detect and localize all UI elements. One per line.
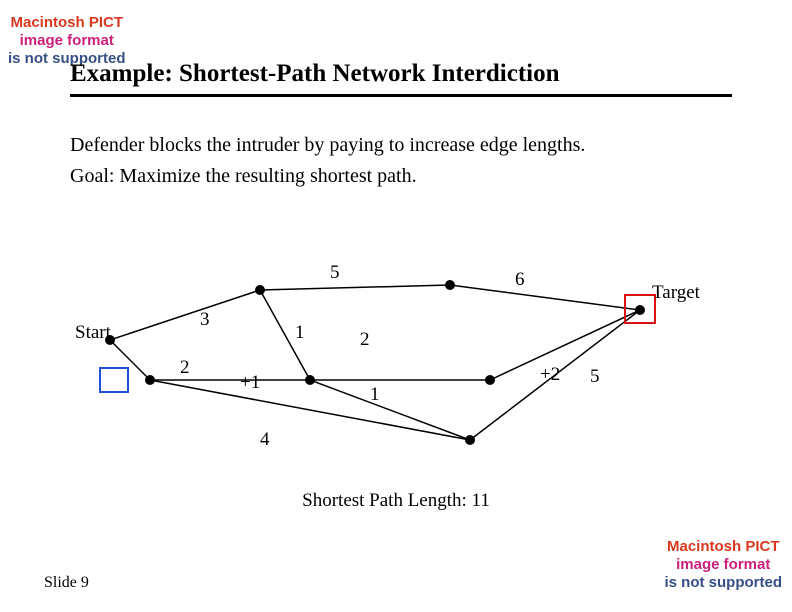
- pict-line1: Macintosh PICT: [8, 14, 126, 32]
- title-rule: [70, 94, 732, 97]
- node-a: [255, 285, 265, 295]
- pict-line2: image format: [665, 556, 783, 574]
- pict-line2: image format: [8, 32, 126, 50]
- body-p1: Defender blocks the intruder by paying t…: [70, 130, 732, 161]
- start-label: Start: [75, 322, 112, 343]
- weight-1b: 1: [370, 384, 380, 405]
- result-text: Shortest Path Length: 11: [0, 490, 792, 512]
- body-p2: Goal: Maximize the resulting shortest pa…: [70, 161, 732, 192]
- title-block: Example: Shortest-Path Network Interdict…: [70, 60, 732, 97]
- weight-5: 5: [330, 262, 340, 283]
- network-diagram: Start Target 5 6 3 1 2 2 +1 1 +2 5 4: [70, 230, 720, 490]
- weight-6: 6: [515, 269, 525, 290]
- weight-plus2: +2: [540, 364, 560, 385]
- node-f: [465, 435, 475, 445]
- slide-number: Slide 9: [44, 574, 89, 592]
- weight-2b: 2: [180, 357, 190, 378]
- pict-line3: is not supported: [665, 574, 783, 592]
- page-title: Example: Shortest-Path Network Interdict…: [70, 60, 732, 88]
- node-b: [145, 375, 155, 385]
- interdiction-box-blue: [100, 368, 128, 392]
- weight-3: 3: [200, 309, 210, 330]
- body-text: Defender blocks the intruder by paying t…: [70, 130, 732, 192]
- weight-4: 4: [260, 429, 270, 450]
- node-d: [305, 375, 315, 385]
- node-e: [485, 375, 495, 385]
- node-target: [635, 305, 645, 315]
- weight-5b: 5: [590, 366, 600, 387]
- weight-plus1: +1: [240, 372, 260, 393]
- pict-line1: Macintosh PICT: [665, 538, 783, 556]
- node-c: [445, 280, 455, 290]
- weight-1a: 1: [295, 322, 305, 343]
- pict-error-bottom: Macintosh PICT image format is not suppo…: [665, 538, 783, 592]
- target-label: Target: [652, 282, 701, 303]
- weight-2a: 2: [360, 329, 370, 350]
